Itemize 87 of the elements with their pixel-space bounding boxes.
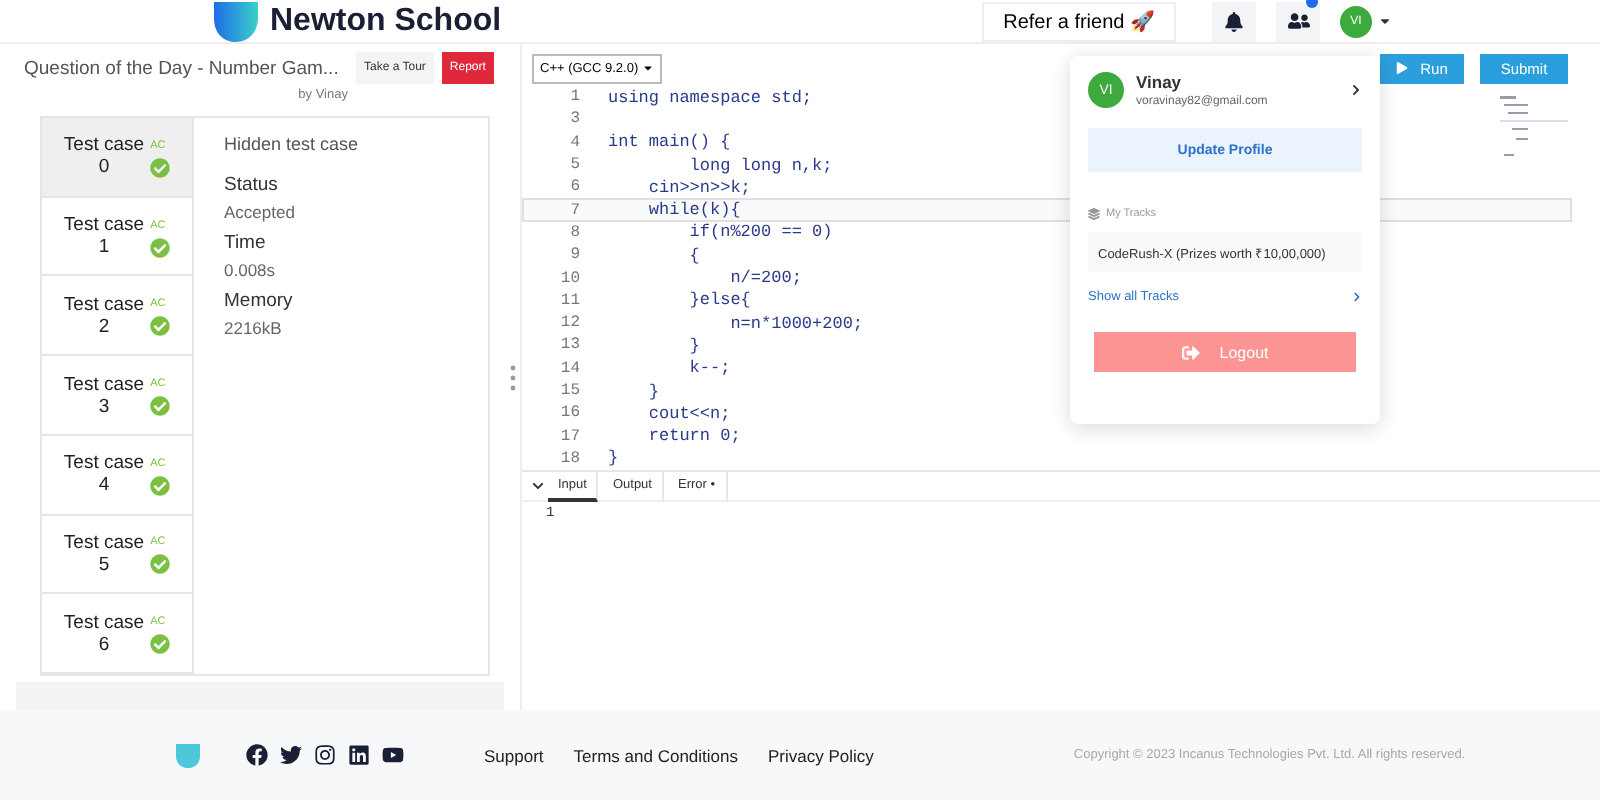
result-heading: Hidden test case <box>224 134 359 154</box>
test-case-number: 1 <box>98 236 110 259</box>
linkedin-icon[interactable] <box>348 744 370 766</box>
test-case-number: 0 <box>98 156 110 179</box>
check-icon <box>150 475 171 496</box>
code-line: n/=200; <box>728 268 804 289</box>
refer-button[interactable]: Refer a friend 🚀 <box>981 1 1176 41</box>
line-number: 11 <box>558 291 580 310</box>
user-name: Vinay <box>1136 72 1184 92</box>
chevron-down-icon[interactable] <box>532 480 544 492</box>
result-value: 0.008s <box>224 260 278 280</box>
logout-icon <box>1181 343 1200 361</box>
chevron-right-icon[interactable] <box>1350 84 1362 96</box>
line-number: 8 <box>568 223 580 242</box>
check-icon <box>150 157 171 178</box>
result-label: Status <box>224 174 280 196</box>
check-icon <box>150 634 171 655</box>
problem-title: Question of the Day - Number Gam... <box>24 56 341 80</box>
test-case-label: Test case <box>63 531 145 554</box>
footer-link[interactable]: Support <box>484 745 544 765</box>
line-number: 7 <box>568 201 580 220</box>
instagram-icon[interactable] <box>314 744 336 766</box>
code-line: k--; <box>687 358 733 379</box>
caret-icon <box>642 62 655 74</box>
code-line: } <box>646 381 662 402</box>
test-case-number: 6 <box>98 633 110 656</box>
youtube-icon[interactable] <box>382 744 404 766</box>
line-number: 5 <box>568 156 580 175</box>
code-line: long long n,k; <box>687 155 835 176</box>
test-case-number: 4 <box>98 474 110 497</box>
code-line: while(k){ <box>646 200 743 221</box>
line-number: 12 <box>558 314 580 333</box>
logo-icon <box>210 1 262 41</box>
check-icon <box>150 316 171 337</box>
line-number: 18 <box>558 449 580 468</box>
test-case-label: Test case <box>63 214 145 237</box>
code-line: } <box>687 335 702 356</box>
code-line: cout<<n; <box>646 403 733 424</box>
resize-handle-icon[interactable] <box>509 363 515 391</box>
line-number: 9 <box>568 246 580 265</box>
test-case-label: Test case <box>63 134 145 157</box>
play-icon <box>1396 62 1409 74</box>
line-number: 15 <box>558 382 580 400</box>
tracks-icon <box>1088 208 1100 220</box>
logo-icon <box>174 741 202 769</box>
line-number: 10 <box>558 269 580 288</box>
twitter-icon[interactable] <box>280 744 302 766</box>
code-line: if(n%200 == 0) <box>687 222 835 243</box>
test-case-label: Test case <box>63 452 145 475</box>
code-line: }else{ <box>687 290 753 311</box>
line-number: 3 <box>568 110 580 129</box>
code-line: int main() { <box>606 132 733 153</box>
code-line: using namespace std; <box>606 87 815 108</box>
people-icon <box>1287 10 1309 32</box>
code-line: return 0; <box>646 426 743 447</box>
code-line: n=n*1000+200; <box>728 313 866 334</box>
result-label: Time <box>224 232 268 254</box>
people-button[interactable] <box>1276 1 1320 41</box>
test-case-number: 5 <box>98 553 110 576</box>
code-line: } <box>606 448 621 469</box>
code-line: cin>>n>>k; <box>646 177 753 198</box>
facebook-icon[interactable] <box>246 744 268 766</box>
footer-link[interactable]: Privacy Policy <box>768 745 874 765</box>
line-number: 13 <box>558 336 580 355</box>
line-number: 6 <box>568 178 580 197</box>
test-case-number: 3 <box>98 395 110 418</box>
brand-name: Newton School <box>270 3 502 39</box>
result-value: 2216kB <box>224 318 284 338</box>
code-line: { <box>687 245 702 266</box>
test-case-label: Test case <box>63 611 145 634</box>
test-case-label: Test case <box>63 373 145 396</box>
check-icon <box>150 396 171 417</box>
line-number: 4 <box>568 133 580 152</box>
line-number: 1 <box>568 88 580 107</box>
result-label: Memory <box>224 290 295 312</box>
notification-button[interactable] <box>1212 1 1256 41</box>
line-number: 16 <box>558 404 580 423</box>
line-number: 14 <box>558 359 580 378</box>
test-case-number: 2 <box>98 315 110 338</box>
check-icon <box>150 237 171 258</box>
bell-icon <box>1224 11 1244 31</box>
test-case-label: Test case <box>63 293 145 316</box>
footer-link[interactable]: Terms and Conditions <box>573 745 738 765</box>
minimap-drawing <box>1500 92 1572 160</box>
result-value: Accepted <box>224 202 297 222</box>
check-icon <box>150 554 171 575</box>
line-number: 17 <box>558 427 580 446</box>
